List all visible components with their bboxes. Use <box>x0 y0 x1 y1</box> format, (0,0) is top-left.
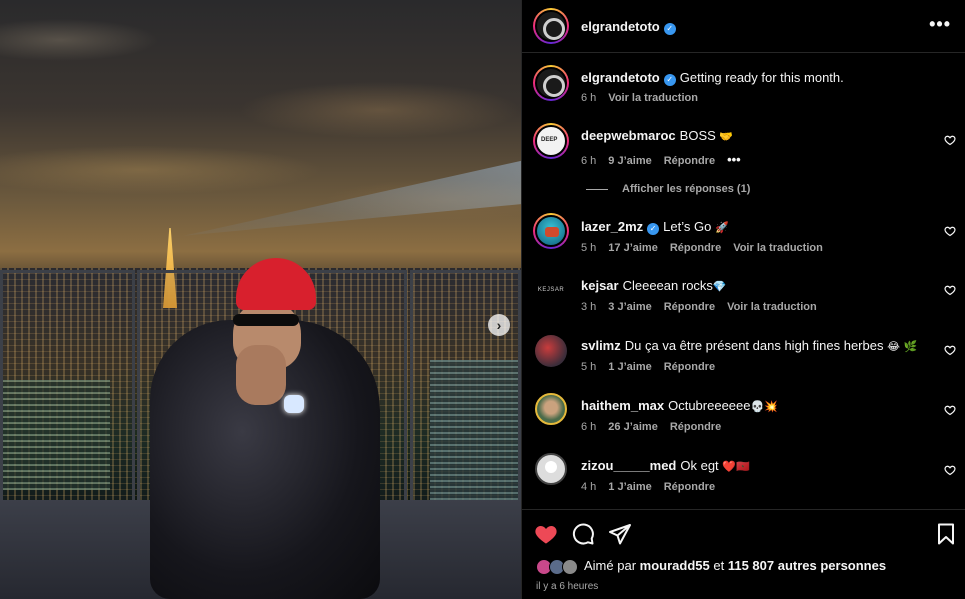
comment-body: Octubreeeeee <box>668 398 751 413</box>
comment-like-heart-icon[interactable] <box>944 404 956 416</box>
reply-button[interactable]: Répondre <box>670 242 721 254</box>
reply-button[interactable]: Répondre <box>664 301 715 313</box>
comment-body: Ok egt <box>680 458 719 473</box>
comment-body: BOSS <box>679 128 716 143</box>
comment-body: Du ça va être présent dans high fines he… <box>624 338 884 353</box>
comment-emoji: 💎 <box>712 280 727 293</box>
comment-username[interactable]: haithem_max <box>581 398 664 413</box>
comment-username[interactable]: kejsar <box>581 278 619 293</box>
reply-button[interactable]: Répondre <box>670 421 721 433</box>
share-icon[interactable] <box>608 522 632 546</box>
comment-text: haithem_max Octubreeeeee💀💥 <box>581 398 778 413</box>
show-replies-label[interactable]: Afficher les réponses (1) <box>622 183 750 195</box>
liker-avatars[interactable] <box>536 558 580 575</box>
comment-meta: 5 h 1 J’aime Répondre <box>581 361 727 373</box>
reply-button[interactable]: Répondre <box>664 361 715 373</box>
comment-emoji: 🤝 <box>719 130 734 143</box>
verified-badge-icon: ✓ <box>647 223 660 235</box>
show-replies-link[interactable]: Afficher les réponses (1) <box>586 183 750 195</box>
comment-meta: 4 h 1 J’aime Répondre <box>581 481 727 493</box>
comment-time: 5 h <box>581 242 597 254</box>
comment-like-heart-icon[interactable] <box>944 225 956 237</box>
likes-count[interactable]: 115 807 autres personnes <box>728 558 886 573</box>
comment-emoji: 😂 🌿 <box>887 340 918 353</box>
sunglasses <box>233 314 299 326</box>
comment-username[interactable]: lazer_2mz <box>581 219 643 234</box>
comment-emoji: 🚀 <box>714 221 729 234</box>
commenter-avatar[interactable] <box>533 213 569 249</box>
comment-likes[interactable]: 1 J’aime <box>608 481 651 493</box>
comment-likes[interactable]: 1 J’aime <box>608 361 651 373</box>
comment-time: 6 h <box>581 155 597 167</box>
comment-username[interactable]: svlimz <box>581 338 621 353</box>
caption-username[interactable]: elgrandetoto <box>581 70 660 85</box>
commenter-avatar[interactable] <box>535 393 567 425</box>
wristwatch <box>284 395 304 413</box>
commenter-avatar[interactable] <box>533 123 569 159</box>
comment-like-heart-icon[interactable] <box>944 464 956 476</box>
comment-time: 4 h <box>581 481 597 493</box>
author-name-wrap: elgrandetoto ✓ <box>581 18 676 36</box>
caption-translate-link[interactable]: Voir la traduction <box>608 92 698 104</box>
author-username[interactable]: elgrandetoto <box>581 19 660 34</box>
liked-heart-icon[interactable] <box>534 522 558 546</box>
comment-body: Let’s Go <box>663 219 712 234</box>
comment-like-heart-icon[interactable] <box>944 284 956 296</box>
comment-username[interactable]: deepwebmaroc <box>581 128 676 143</box>
comment-time: 3 h <box>581 301 597 313</box>
comment-username[interactable]: zizou_____med <box>581 458 676 473</box>
comment-text: svlimz Du ça va être présent dans high fi… <box>581 338 917 353</box>
comment-text: kejsar Cleeeean rocks💎 <box>581 278 727 293</box>
post-timestamp[interactable]: il y a 6 heures <box>536 581 598 592</box>
carousel-next-button[interactable]: › <box>488 314 510 336</box>
man-hand <box>236 345 286 405</box>
liked-by-and: et <box>713 558 725 573</box>
liked-by-user[interactable]: mouradd55 <box>640 558 710 573</box>
comment-likes[interactable]: 9 J’aime <box>608 155 651 167</box>
liked-by-prefix: Aimé par <box>584 558 637 573</box>
post-actions: Aimé par mouradd55 et 115 807 autres per… <box>522 509 965 599</box>
comment-body: Cleeeean rocks <box>622 278 713 293</box>
comment-likes[interactable]: 17 J’aime <box>608 242 658 254</box>
caption-meta: 6 h Voir la traduction <box>581 92 710 104</box>
comment-like-heart-icon[interactable] <box>944 134 956 146</box>
comment-text: zizou_____med Ok egt ❤️🇲🇦 <box>581 458 750 473</box>
comment-time: 6 h <box>581 421 597 433</box>
comment-text: lazer_2mz ✓ Let’s Go 🚀 <box>581 219 729 235</box>
commenter-avatar[interactable] <box>535 453 567 485</box>
replies-line <box>586 188 608 190</box>
post-side-panel: elgrandetoto ✓ ••• elgrandetoto ✓ Getting r… <box>521 0 965 599</box>
reply-button[interactable]: Répondre <box>664 155 715 167</box>
more-options-icon[interactable]: ••• <box>929 14 951 35</box>
author-avatar[interactable] <box>533 8 569 44</box>
reply-button[interactable]: Répondre <box>664 481 715 493</box>
comment-meta: 5 h 17 J’aime Répondre Voir la traduction <box>581 242 835 254</box>
comment-meta: 6 h 9 J’aime Répondre ••• <box>581 152 753 167</box>
verified-badge-icon: ✓ <box>663 74 676 86</box>
comment-emoji: 💀💥 <box>750 400 778 413</box>
comment-translate-link[interactable]: Voir la traduction <box>727 301 817 313</box>
comment-likes[interactable]: 26 J’aime <box>608 421 658 433</box>
liked-by-summary: Aimé par mouradd55 et 115 807 autres per… <box>536 558 886 575</box>
caption-time: 6 h <box>581 92 597 104</box>
comment-icon[interactable] <box>571 522 595 546</box>
caption-avatar[interactable] <box>533 65 569 101</box>
caption-text: elgrandetoto ✓ Getting ready for this mont… <box>581 70 844 86</box>
comment-meta: 6 h 26 J’aime Répondre <box>581 421 733 433</box>
comment-meta: 3 h 3 J’aime Répondre Voir la traduction <box>581 301 829 313</box>
verified-badge-icon: ✓ <box>663 23 676 35</box>
comment-time: 5 h <box>581 361 597 373</box>
comment-like-heart-icon[interactable] <box>944 344 956 356</box>
comment-emoji: ❤️🇲🇦 <box>722 460 750 473</box>
save-bookmark-icon[interactable] <box>934 522 958 546</box>
commenter-avatar[interactable]: KEJSAR <box>534 273 568 307</box>
post-header: elgrandetoto ✓ ••• <box>522 0 965 53</box>
comment-more-icon[interactable]: ••• <box>727 152 741 167</box>
comment-text: deepwebmaroc BOSS 🤝 <box>581 128 733 143</box>
caption-body: Getting ready for this month. <box>679 70 844 85</box>
commenter-avatar[interactable] <box>535 335 567 367</box>
comment-translate-link[interactable]: Voir la traduction <box>733 242 823 254</box>
comment-likes[interactable]: 3 J’aime <box>608 301 651 313</box>
post-photo[interactable]: › <box>0 0 521 599</box>
